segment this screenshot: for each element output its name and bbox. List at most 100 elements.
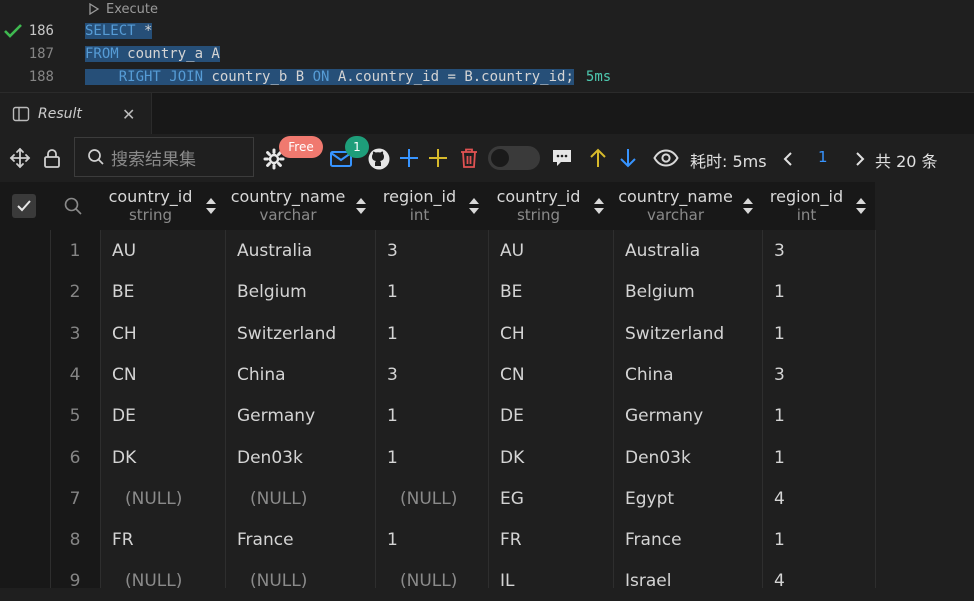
sort-icon[interactable] <box>855 195 867 217</box>
sort-icon[interactable] <box>468 195 480 217</box>
code-line[interactable]: 188 RIGHT JOIN country_b B ON A.country_… <box>0 66 974 88</box>
table-cell[interactable]: FR <box>112 519 223 560</box>
table-row[interactable]: 3 CH Switzerland 1 CH Switzerland 1 <box>0 313 875 354</box>
table-cell[interactable]: Australia <box>237 230 373 271</box>
lock-icon[interactable] <box>40 146 64 170</box>
table-row[interactable]: 1 AU Australia 3 AU Australia 3 <box>0 230 875 271</box>
table-row[interactable]: 2 BE Belgium 1 BE Belgium 1 <box>0 271 875 312</box>
table-row[interactable]: 5 DE Germany 1 DE Germany 1 <box>0 395 875 436</box>
table-cell[interactable]: (NULL) <box>400 478 499 519</box>
table-cell[interactable]: Belgium <box>625 271 760 312</box>
table-cell[interactable]: 1 <box>774 519 873 560</box>
sql-editor[interactable]: Execute 186 SELECT * 187 FROM country_a A 18… <box>0 0 974 92</box>
table-cell[interactable]: CH <box>112 313 223 354</box>
table-cell[interactable]: 1 <box>387 437 486 478</box>
column-header[interactable]: country_id string <box>100 182 201 230</box>
table-cell[interactable]: Germany <box>625 395 760 436</box>
table-cell[interactable]: (NULL) <box>250 560 386 601</box>
delete-icon[interactable] <box>458 146 480 170</box>
table-cell[interactable]: France <box>625 519 760 560</box>
move-icon[interactable] <box>8 146 32 170</box>
table-row[interactable]: 8 FR France 1 FR France 1 <box>0 519 875 560</box>
arrow-down-icon[interactable] <box>617 146 639 170</box>
select-all-checkbox[interactable] <box>12 194 36 218</box>
page-number[interactable]: 1 <box>818 148 828 166</box>
table-cell[interactable]: (NULL) <box>125 560 236 601</box>
table-cell[interactable]: FR <box>500 519 611 560</box>
table-cell[interactable]: BE <box>500 271 611 312</box>
comment-icon[interactable] <box>550 147 574 169</box>
table-cell[interactable]: Switzerland <box>625 313 760 354</box>
table-cell[interactable]: 4 <box>774 560 873 601</box>
table-cell[interactable]: DE <box>112 395 223 436</box>
table-cell[interactable]: AU <box>500 230 611 271</box>
next-page-icon[interactable] <box>852 149 868 169</box>
table-cell[interactable]: (NULL) <box>250 478 386 519</box>
table-cell[interactable]: 4 <box>774 478 873 519</box>
table-cell[interactable]: AU <box>112 230 223 271</box>
column-header[interactable]: region_id int <box>762 182 851 230</box>
column-header[interactable]: country_name varchar <box>613 182 738 230</box>
arrow-up-icon[interactable] <box>587 146 609 170</box>
table-cell[interactable]: CN <box>500 354 611 395</box>
column-header[interactable]: country_name varchar <box>225 182 351 230</box>
sort-icon[interactable] <box>742 195 754 217</box>
table-row[interactable]: 6 DK Den03k 1 DK Den03k 1 <box>0 437 875 478</box>
free-badge[interactable]: Free <box>279 136 323 158</box>
table-cell[interactable]: BE <box>112 271 223 312</box>
tab-result[interactable]: Result ✕ <box>0 93 152 135</box>
table-cell[interactable]: Belgium <box>237 271 373 312</box>
table-cell[interactable]: 1 <box>774 437 873 478</box>
table-cell[interactable]: Australia <box>625 230 760 271</box>
table-cell[interactable]: 1 <box>387 395 486 436</box>
table-cell[interactable]: Den03k <box>237 437 373 478</box>
table-row[interactable]: 9 (NULL) (NULL) (NULL) IL Israel 4 <box>0 560 875 601</box>
sort-icon[interactable] <box>355 195 367 217</box>
table-cell[interactable]: 3 <box>774 354 873 395</box>
table-cell[interactable]: 3 <box>774 230 873 271</box>
table-cell[interactable]: (NULL) <box>125 478 236 519</box>
table-cell[interactable]: DE <box>500 395 611 436</box>
code-line[interactable]: 187 FROM country_a A <box>0 43 974 65</box>
add-yellow-icon[interactable] <box>427 147 449 169</box>
table-cell[interactable]: Switzerland <box>237 313 373 354</box>
table-cell[interactable]: (NULL) <box>400 560 499 601</box>
table-cell[interactable]: 3 <box>387 230 486 271</box>
github-icon[interactable] <box>366 146 392 172</box>
table-cell[interactable]: 3 <box>387 354 486 395</box>
table-cell[interactable]: CH <box>500 313 611 354</box>
table-cell[interactable]: 1 <box>387 271 486 312</box>
table-cell[interactable]: Egypt <box>625 478 760 519</box>
table-cell[interactable]: China <box>237 354 373 395</box>
table-cell[interactable]: 1 <box>387 519 486 560</box>
table-row[interactable]: 4 CN China 3 CN China 3 <box>0 354 875 395</box>
execute-codelens[interactable]: Execute <box>88 0 158 18</box>
table-cell[interactable]: France <box>237 519 373 560</box>
sort-icon[interactable] <box>205 195 217 217</box>
toggle-switch[interactable] <box>488 146 540 170</box>
column-search-icon[interactable] <box>62 195 84 217</box>
search-input[interactable]: 搜索结果集 <box>74 137 254 177</box>
table-cell[interactable]: China <box>625 354 760 395</box>
sort-icon[interactable] <box>593 195 605 217</box>
column-header[interactable]: country_id string <box>488 182 589 230</box>
code-line[interactable]: 186 SELECT * <box>0 20 974 42</box>
table-cell[interactable]: 1 <box>774 395 873 436</box>
table-cell[interactable]: Germany <box>237 395 373 436</box>
table-cell[interactable]: DK <box>112 437 223 478</box>
table-cell[interactable]: DK <box>500 437 611 478</box>
table-cell[interactable]: 1 <box>387 313 486 354</box>
close-icon[interactable]: ✕ <box>122 105 135 124</box>
table-row[interactable]: 7 (NULL) (NULL) (NULL) EG Egypt 4 <box>0 478 875 519</box>
table-cell[interactable]: 1 <box>774 313 873 354</box>
table-cell[interactable]: Israel <box>625 560 760 601</box>
table-cell[interactable]: Den03k <box>625 437 760 478</box>
table-cell[interactable]: IL <box>500 560 611 601</box>
table-cell[interactable]: 1 <box>774 271 873 312</box>
prev-page-icon[interactable] <box>780 149 796 169</box>
add-blue-icon[interactable] <box>398 147 420 169</box>
eye-icon[interactable] <box>652 148 680 168</box>
column-header[interactable]: region_id int <box>375 182 464 230</box>
table-cell[interactable]: CN <box>112 354 223 395</box>
table-cell[interactable]: EG <box>500 478 611 519</box>
